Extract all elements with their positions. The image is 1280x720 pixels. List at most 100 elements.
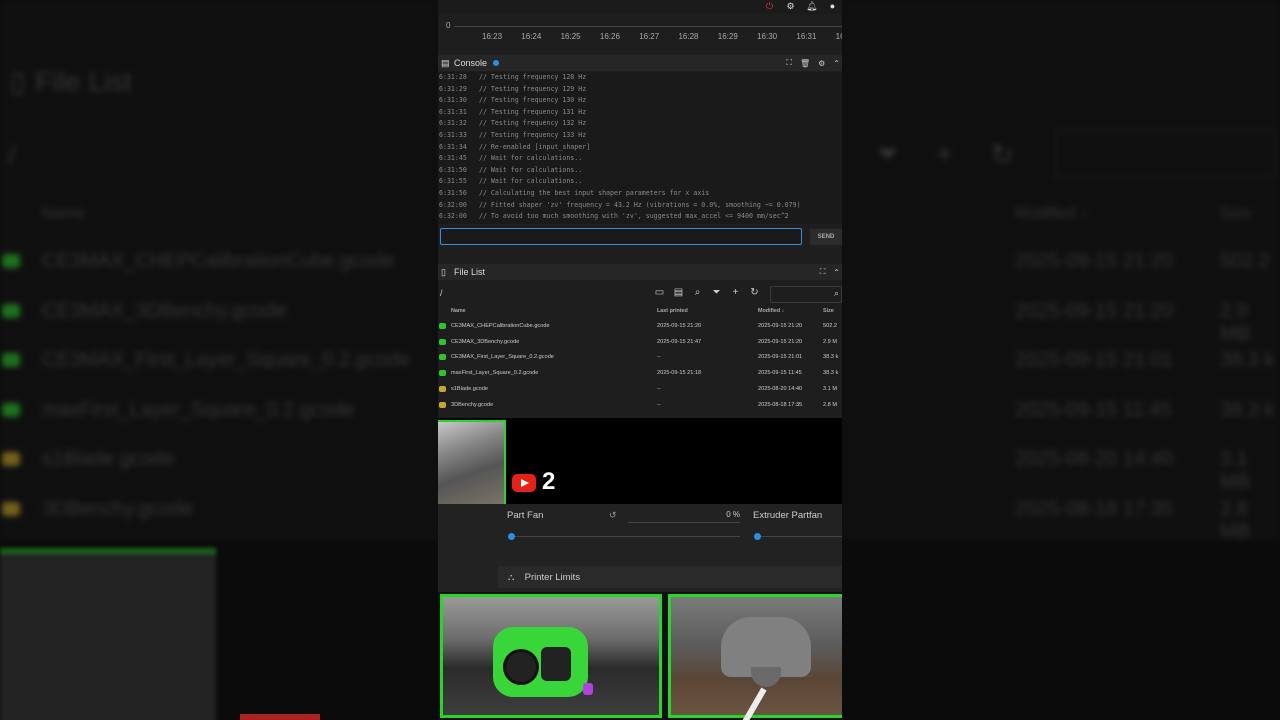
file-icon: ▯ <box>10 66 26 97</box>
bg-title: ▯ File List <box>10 65 132 98</box>
bg-cell-modified: 2025-09-15 21:20 <box>1015 299 1173 322</box>
cell-last-printed: -- <box>657 401 661 408</box>
console-text: // Testing frequency 132 Hz <box>479 119 587 128</box>
console-time: 6:31:50 <box>439 165 467 174</box>
settings-icon[interactable]: ⚙ <box>785 1 796 12</box>
console-text: // To avoid too much smoothing with 'zv'… <box>479 212 789 221</box>
table-row[interactable]: 3DBenchy.gcode -- 2025-08-18 17:35 2.8 M <box>438 399 842 415</box>
add-icon[interactable]: + <box>730 287 741 298</box>
bg-cell-name: 3DBenchy.gcode <box>42 497 193 520</box>
send-button[interactable]: SEND <box>810 229 842 245</box>
gear-icon[interactable]: ⚙ <box>818 59 825 68</box>
cell-size: 38.3 k <box>823 354 839 361</box>
refresh-icon: ↻ <box>990 139 1015 170</box>
table-row[interactable]: CE3MAX_First_Layer_Square_0.2.gcode -- 202… <box>438 351 842 367</box>
file-thumb-icon <box>439 401 446 408</box>
console-time: 6:31:45 <box>439 154 467 163</box>
cell-name: CE3MAX_CHEPCalibrationCube.gcode <box>451 323 550 329</box>
bg-header-name: Name <box>42 205 85 222</box>
timeline-tick-label: 16:30 <box>757 32 778 41</box>
console-text: // Re-enabled [input_shaper] <box>479 142 591 151</box>
timeline-tick-label: 16:24 <box>521 32 542 41</box>
table-row[interactable]: CE3MAX_3DBenchy.gcode 2025-09-15 21:47 202… <box>438 336 842 352</box>
bell-icon[interactable]: 🔔︎ <box>806 1 817 12</box>
console-title: Console <box>454 58 488 68</box>
cell-last-printed: 2025-09-15 21:18 <box>657 370 702 377</box>
bg-header-size: Size <box>1220 205 1252 222</box>
timeline-tick-label: 16:28 <box>678 32 699 41</box>
timeline-tick-label: 16: <box>835 32 842 41</box>
console-time: 6:31:33 <box>439 130 467 139</box>
collapse-icon[interactable]: ⌃ <box>833 59 840 68</box>
emergency-stop-icon[interactable]: ⏻ <box>764 1 775 12</box>
col-modified[interactable]: Modified ↓ <box>758 308 784 314</box>
collapse-icon[interactable]: ⌃ <box>833 268 840 277</box>
console-text: // Wait for calculations.. <box>479 177 583 186</box>
trash-icon[interactable]: 🗑︎ <box>800 59 810 68</box>
cell-modified: 2025-08-18 17:35 <box>758 401 803 408</box>
user-icon[interactable]: ● <box>827 1 838 12</box>
cell-last-printed: -- <box>657 354 661 361</box>
sd-card-icon[interactable]: ▤ <box>673 287 684 298</box>
col-name[interactable]: Name <box>451 308 466 314</box>
console-text: // Wait for calculations.. <box>479 165 583 174</box>
console-text: // Testing frequency 129 Hz <box>479 84 587 93</box>
bg-search-box <box>1055 130 1277 178</box>
main-column: ⏻ ⚙ 🔔︎ ● 0 16:23 16:24 16:25 16:26 16:27 16:2… <box>438 0 842 720</box>
cell-name: 3DBenchy.gcode <box>451 401 494 408</box>
console-time: 6:31:32 <box>439 119 467 128</box>
console-command-input[interactable] <box>440 228 802 245</box>
filament-strand <box>741 687 767 720</box>
extruder-fan-slider-knob[interactable] <box>754 533 761 540</box>
col-size[interactable]: Size <box>823 308 834 314</box>
bg-file-thumb-icon <box>2 501 20 516</box>
camera-feeds <box>438 592 842 720</box>
bg-file-thumb-icon <box>2 402 20 417</box>
part-fan-label: Part Fan <box>507 510 544 521</box>
cell-size: 3.1 M <box>823 385 837 392</box>
cell-name: CE3MAX_First_Layer_Square_0.2.gcode <box>451 354 554 361</box>
console-text: // Calculating the best input shaper par… <box>479 188 710 197</box>
console-line: 6:31:30 // Testing frequency 130 Hz <box>438 95 842 107</box>
table-row[interactable]: s1Blade.gcode -- 2025-08-20 14:40 3.1 M <box>438 383 842 399</box>
purple-led <box>583 683 593 695</box>
bg-cell-modified: 2025-09-15 11:45 <box>1015 398 1172 421</box>
cell-last-printed: 2025-09-15 21:20 <box>657 323 702 329</box>
cell-last-printed: 2025-09-15 21:47 <box>657 338 702 345</box>
bg-path: / <box>8 140 16 170</box>
filter-icon[interactable]: ⏷ <box>711 287 722 298</box>
cell-size: 502.2 <box>823 323 837 329</box>
cell-modified: 2025-09-15 21:20 <box>758 323 803 329</box>
refresh-icon[interactable]: ↻ <box>749 287 760 298</box>
table-row[interactable]: CE3MAX_CHEPCalibrationCube.gcode 2025-09-… <box>438 320 842 336</box>
bg-cell-name: CE3MAX_CHEPCalibrationCube.gcode <box>42 250 395 272</box>
limits-icon: ⛬ <box>508 572 515 582</box>
expand-icon[interactable]: ⛶ <box>820 267 826 277</box>
reset-icon[interactable]: ↺ <box>609 510 617 521</box>
part-fan-slider-knob[interactable] <box>508 533 515 540</box>
console-line: 6:31:55 // Wait for calculations.. <box>438 176 842 188</box>
top-bar: ⏻ ⚙ 🔔︎ ● <box>438 0 842 14</box>
part-fan-slider-track[interactable] <box>510 536 740 537</box>
bg-cell-size: 2.8 MB <box>1220 497 1250 543</box>
extruder-fan-slider-track[interactable] <box>756 536 842 537</box>
file-search-input[interactable]: ⌕ <box>770 286 842 303</box>
console-time: 6:31:30 <box>439 96 467 105</box>
bg-file-thumb-icon <box>2 353 20 367</box>
file-icon: ▯ <box>441 266 446 277</box>
console-line: 6:31:33 // Testing frequency 133 Hz <box>438 130 842 142</box>
file-thumb-icon <box>439 338 446 345</box>
table-row[interactable]: maxFirst_Layer_Square_0.2.gcode 2025-09-1… <box>438 367 842 383</box>
bg-red-bar <box>240 714 320 720</box>
upload-folder-icon[interactable]: ▭ <box>654 287 665 298</box>
cell-modified: 2025-09-15 21:20 <box>758 338 803 345</box>
expand-icon[interactable]: ⛶ <box>786 58 792 68</box>
search-icon[interactable]: ⌕ <box>692 287 703 298</box>
console-time: 6:32:00 <box>439 212 467 221</box>
part-fan-value[interactable]: 0 % <box>628 508 740 523</box>
bg-cell-name: s1Blade.gcode <box>42 448 175 470</box>
console-text: // Testing frequency 131 Hz <box>479 107 587 116</box>
printer-limits-panel[interactable]: ⛬ Printer Limits <box>498 566 842 588</box>
col-last-printed[interactable]: Last printed <box>657 308 688 314</box>
bg-file-thumb-icon <box>2 452 20 466</box>
